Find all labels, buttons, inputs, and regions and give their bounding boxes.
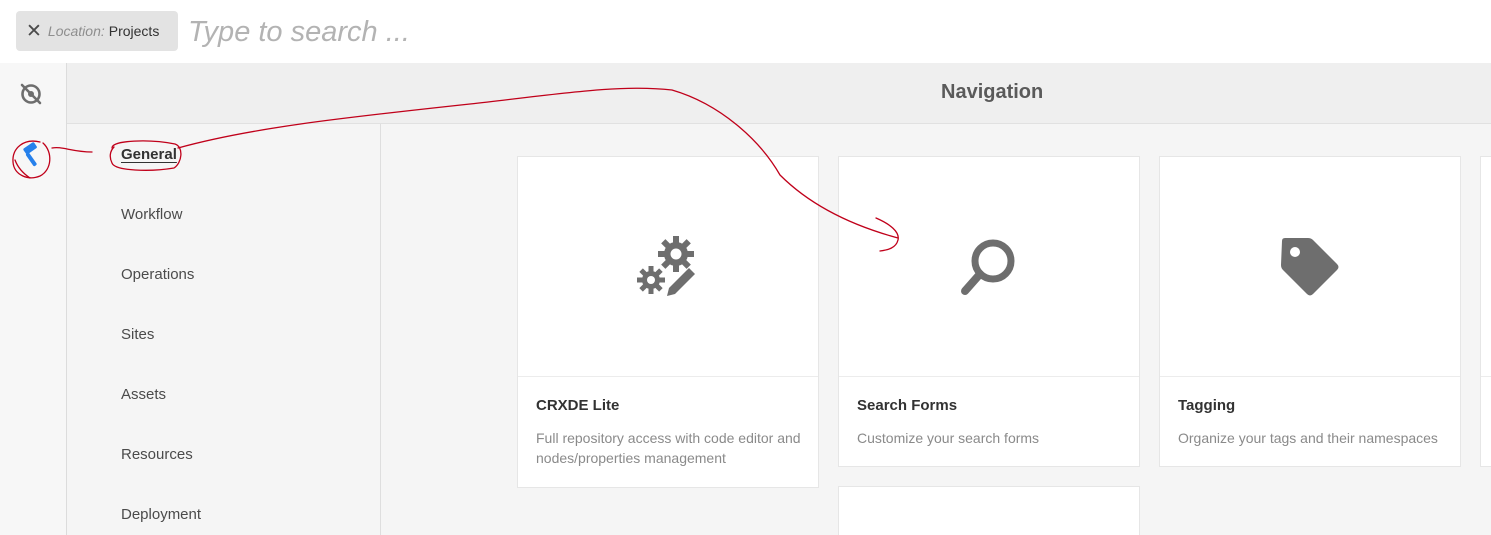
category-general[interactable]: General (121, 146, 177, 163)
search-input[interactable] (188, 12, 988, 52)
hammer-icon (23, 142, 37, 167)
card-description: Customize your search forms (857, 430, 1040, 446)
rail-item-tools[interactable] (13, 137, 49, 173)
gears-pencil-icon (637, 235, 695, 296)
location-value: Projects (108, 23, 160, 39)
page-title: Navigation (941, 81, 1044, 103)
tag-icon (1281, 237, 1339, 295)
content-header: Navigation (67, 63, 1491, 124)
card-thumbnail (518, 157, 818, 377)
category-workflow[interactable]: Workflow (121, 206, 182, 223)
category-deployment[interactable]: Deployment (121, 506, 201, 523)
page: ✕ Location: Projects Navigation General … (0, 0, 1491, 535)
card-next-row[interactable] (838, 486, 1140, 535)
card-description: Organize your tags and their namespaces (1178, 430, 1438, 446)
card-title: Search Forms (857, 397, 958, 414)
left-rail (0, 63, 67, 535)
category-sites[interactable]: Sites (121, 326, 154, 343)
location-filter-tag[interactable]: ✕ Location: Projects (16, 11, 178, 51)
magnifier-icon (961, 239, 1015, 295)
compass-off-icon (20, 83, 42, 105)
card-title: CRXDE Lite (536, 397, 620, 414)
card-thumbnail (839, 157, 1139, 377)
tools-grid: CRXDE Lite Full repository access with c… (381, 124, 1491, 535)
card-description: Full repository access with code editor … (536, 430, 801, 466)
category-nav: General Workflow Operations Sites Assets… (67, 124, 381, 535)
card-tagging[interactable]: Tagging Organize your tags and their nam… (1159, 156, 1461, 467)
card-crxde-lite[interactable]: CRXDE Lite Full repository access with c… (517, 156, 819, 488)
category-assets[interactable]: Assets (121, 386, 166, 403)
card-thumbnail (1160, 157, 1460, 377)
category-resources[interactable]: Resources (121, 446, 193, 463)
close-icon[interactable]: ✕ (26, 22, 42, 41)
category-operations[interactable]: Operations (121, 266, 194, 283)
card-partial[interactable] (1480, 156, 1491, 467)
card-thumbnail (1481, 157, 1491, 377)
location-key: Location: (47, 23, 105, 39)
search-bar: ✕ Location: Projects (0, 0, 1491, 63)
rail-item-navigation[interactable] (13, 76, 49, 112)
card-search-forms[interactable]: Search Forms Customize your search forms (838, 156, 1140, 467)
card-title: Tagging (1178, 397, 1236, 414)
